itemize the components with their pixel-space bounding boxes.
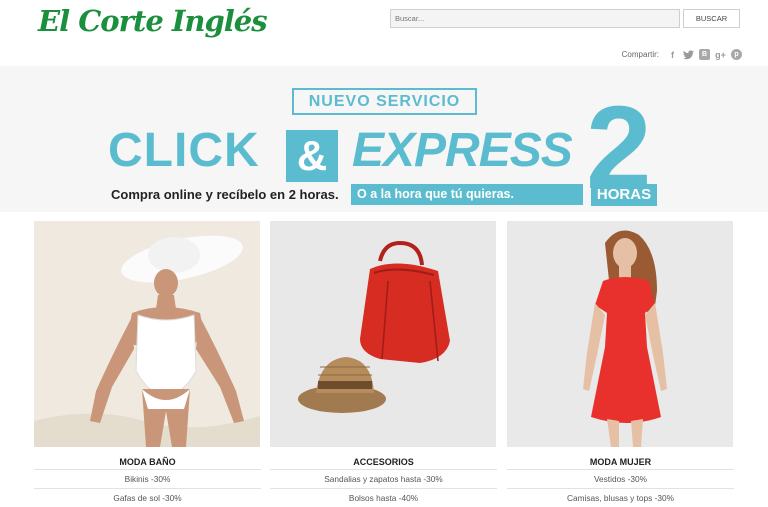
product-link[interactable]: Bikinis -30% [34, 469, 261, 488]
product-image-dress[interactable] [507, 221, 733, 447]
site-header: El Corte Inglés BUSCAR Compartir: f B g+… [0, 0, 768, 67]
search-bar: BUSCAR [390, 9, 742, 28]
twitter-icon[interactable] [683, 49, 694, 60]
product-link[interactable]: Camisas, blusas y tops -30% [507, 488, 734, 507]
pinterest-icon[interactable]: p [731, 49, 742, 60]
product-image-accessories[interactable] [270, 221, 496, 447]
click-word: CLICK [108, 124, 260, 177]
product-link[interactable]: Vestidos -30% [507, 469, 734, 488]
blog-icon[interactable]: B [699, 49, 710, 60]
hours-label: HORAS [591, 184, 657, 206]
click-express-banner[interactable]: NUEVO SERVICIO CLICK & EXPRESS 2 HORAS C… [0, 66, 768, 212]
google-plus-icon[interactable]: g+ [715, 49, 726, 60]
product-card-moda-mujer[interactable]: MODA MUJER Vestidos -30% Camisas, blusas… [507, 221, 734, 507]
product-link[interactable]: Gafas de sol -30% [34, 488, 261, 507]
new-service-badge: NUEVO SERVICIO [292, 88, 477, 115]
product-card-moda-bano[interactable]: MODA BAÑO Bikinis -30% Gafas de sol -30% [34, 221, 261, 507]
product-title[interactable]: MODA BAÑO [34, 457, 261, 469]
product-link[interactable]: Bolsos hasta -40% [270, 488, 497, 507]
product-card-accesorios[interactable]: ACCESORIOS Sandalias y zapatos hasta -30… [270, 221, 497, 507]
share-bar: Compartir: f B g+ p [622, 49, 742, 60]
product-title[interactable]: ACCESORIOS [270, 457, 497, 469]
facebook-icon[interactable]: f [667, 49, 678, 60]
ampersand-box: & [286, 130, 338, 182]
banner-tagline-highlight: O a la hora que tú quieras. [351, 184, 583, 205]
product-title[interactable]: MODA MUJER [507, 457, 734, 469]
express-word: EXPRESS [352, 124, 573, 177]
brand-logo[interactable]: El Corte Inglés [38, 4, 268, 38]
search-button[interactable]: BUSCAR [683, 9, 740, 28]
product-link[interactable]: Sandalias y zapatos hasta -30% [270, 469, 497, 488]
product-image-swimwear[interactable] [34, 221, 260, 447]
banner-tagline: Compra online y recíbelo en 2 horas. [111, 187, 339, 202]
search-input[interactable] [390, 9, 680, 28]
share-label: Compartir: [621, 50, 659, 59]
